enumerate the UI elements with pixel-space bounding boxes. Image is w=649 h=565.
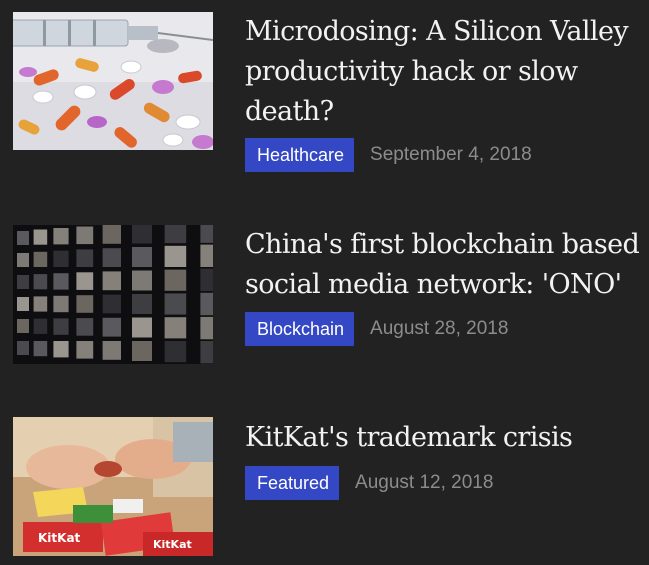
article-thumbnail-pills[interactable] <box>13 12 213 150</box>
screen-tile <box>102 271 121 291</box>
screen-tile <box>164 341 187 363</box>
article-item: China's first blockchain based social me… <box>0 200 649 390</box>
screen-tile <box>53 318 69 335</box>
screen-tile <box>132 225 152 244</box>
screen-tile <box>132 294 152 314</box>
screen-tile <box>17 297 29 311</box>
screen-tile <box>132 341 152 361</box>
screen-tile <box>76 295 94 313</box>
screen-tile <box>76 272 94 290</box>
screen-tile <box>33 274 48 290</box>
article-item: Microdosing: A Silicon Valley productivi… <box>0 0 649 200</box>
screen-tile <box>102 225 121 244</box>
screen-tile <box>53 228 69 245</box>
screen-tile <box>76 341 94 359</box>
kitkat-image: KitKat KitKat <box>13 417 213 556</box>
screen-tile <box>132 270 152 291</box>
screen-tile <box>33 229 48 245</box>
screen-tile <box>164 225 187 244</box>
screen-tile <box>33 318 48 334</box>
screen-tile <box>132 317 152 338</box>
screen-tile <box>76 318 94 336</box>
article-meta: Blockchain August 28, 2018 <box>245 312 508 346</box>
article-meta: Featured August 12, 2018 <box>245 466 493 500</box>
screens-image <box>13 225 213 364</box>
screen-tile <box>17 319 29 333</box>
screen-tile <box>17 253 29 267</box>
screen-tile <box>33 341 48 357</box>
article-thumbnail-kitkat[interactable]: KitKat KitKat <box>13 417 213 556</box>
screen-tile <box>17 341 29 355</box>
article-date: August 12, 2018 <box>355 472 494 493</box>
category-badge[interactable]: Healthcare <box>245 138 355 172</box>
screen-tile <box>164 269 187 291</box>
pills-image <box>13 12 213 150</box>
screen-tile <box>200 316 213 340</box>
screen-tile <box>102 341 121 360</box>
article-date: August 28, 2018 <box>370 318 509 339</box>
screen-tile <box>17 231 29 245</box>
article-title[interactable]: Microdosing: A Silicon Valley productivi… <box>245 12 643 132</box>
article-meta: Healthcare September 4, 2018 <box>245 138 532 172</box>
screen-tile <box>200 268 213 292</box>
screen-tile <box>53 295 69 313</box>
screen-tile <box>200 225 213 243</box>
screen-tile <box>200 292 213 316</box>
screen-tile <box>132 247 152 267</box>
screen-tile <box>76 249 94 267</box>
screen-tile <box>164 293 187 315</box>
screen-tile <box>17 275 29 289</box>
screen-tile <box>53 273 69 290</box>
article-date: September 4, 2018 <box>370 144 532 165</box>
screen-tile <box>33 296 48 312</box>
screen-tile <box>102 248 121 267</box>
screen-tile <box>200 244 213 267</box>
screen-tile <box>102 317 121 337</box>
svg-text:KitKat: KitKat <box>38 531 81 545</box>
screen-tile <box>102 294 121 314</box>
article-list: Microdosing: A Silicon Valley productivi… <box>0 0 649 565</box>
screen-tile <box>164 245 187 267</box>
screen-tile <box>53 250 69 267</box>
article-item: KitKat KitKat KitKat's trademark crisis … <box>0 390 649 565</box>
category-badge[interactable]: Blockchain <box>245 312 355 346</box>
screen-tile <box>76 226 94 245</box>
category-badge[interactable]: Featured <box>245 466 340 500</box>
svg-text:KitKat: KitKat <box>153 538 192 551</box>
article-title[interactable]: KitKat's trademark crisis <box>245 418 643 458</box>
article-thumbnail-screens[interactable] <box>13 225 213 364</box>
screen-tile <box>33 251 48 267</box>
article-title[interactable]: China's first blockchain based social me… <box>245 225 643 305</box>
screen-tile <box>164 317 187 339</box>
screen-tile <box>200 341 213 364</box>
screen-tile <box>53 341 69 358</box>
